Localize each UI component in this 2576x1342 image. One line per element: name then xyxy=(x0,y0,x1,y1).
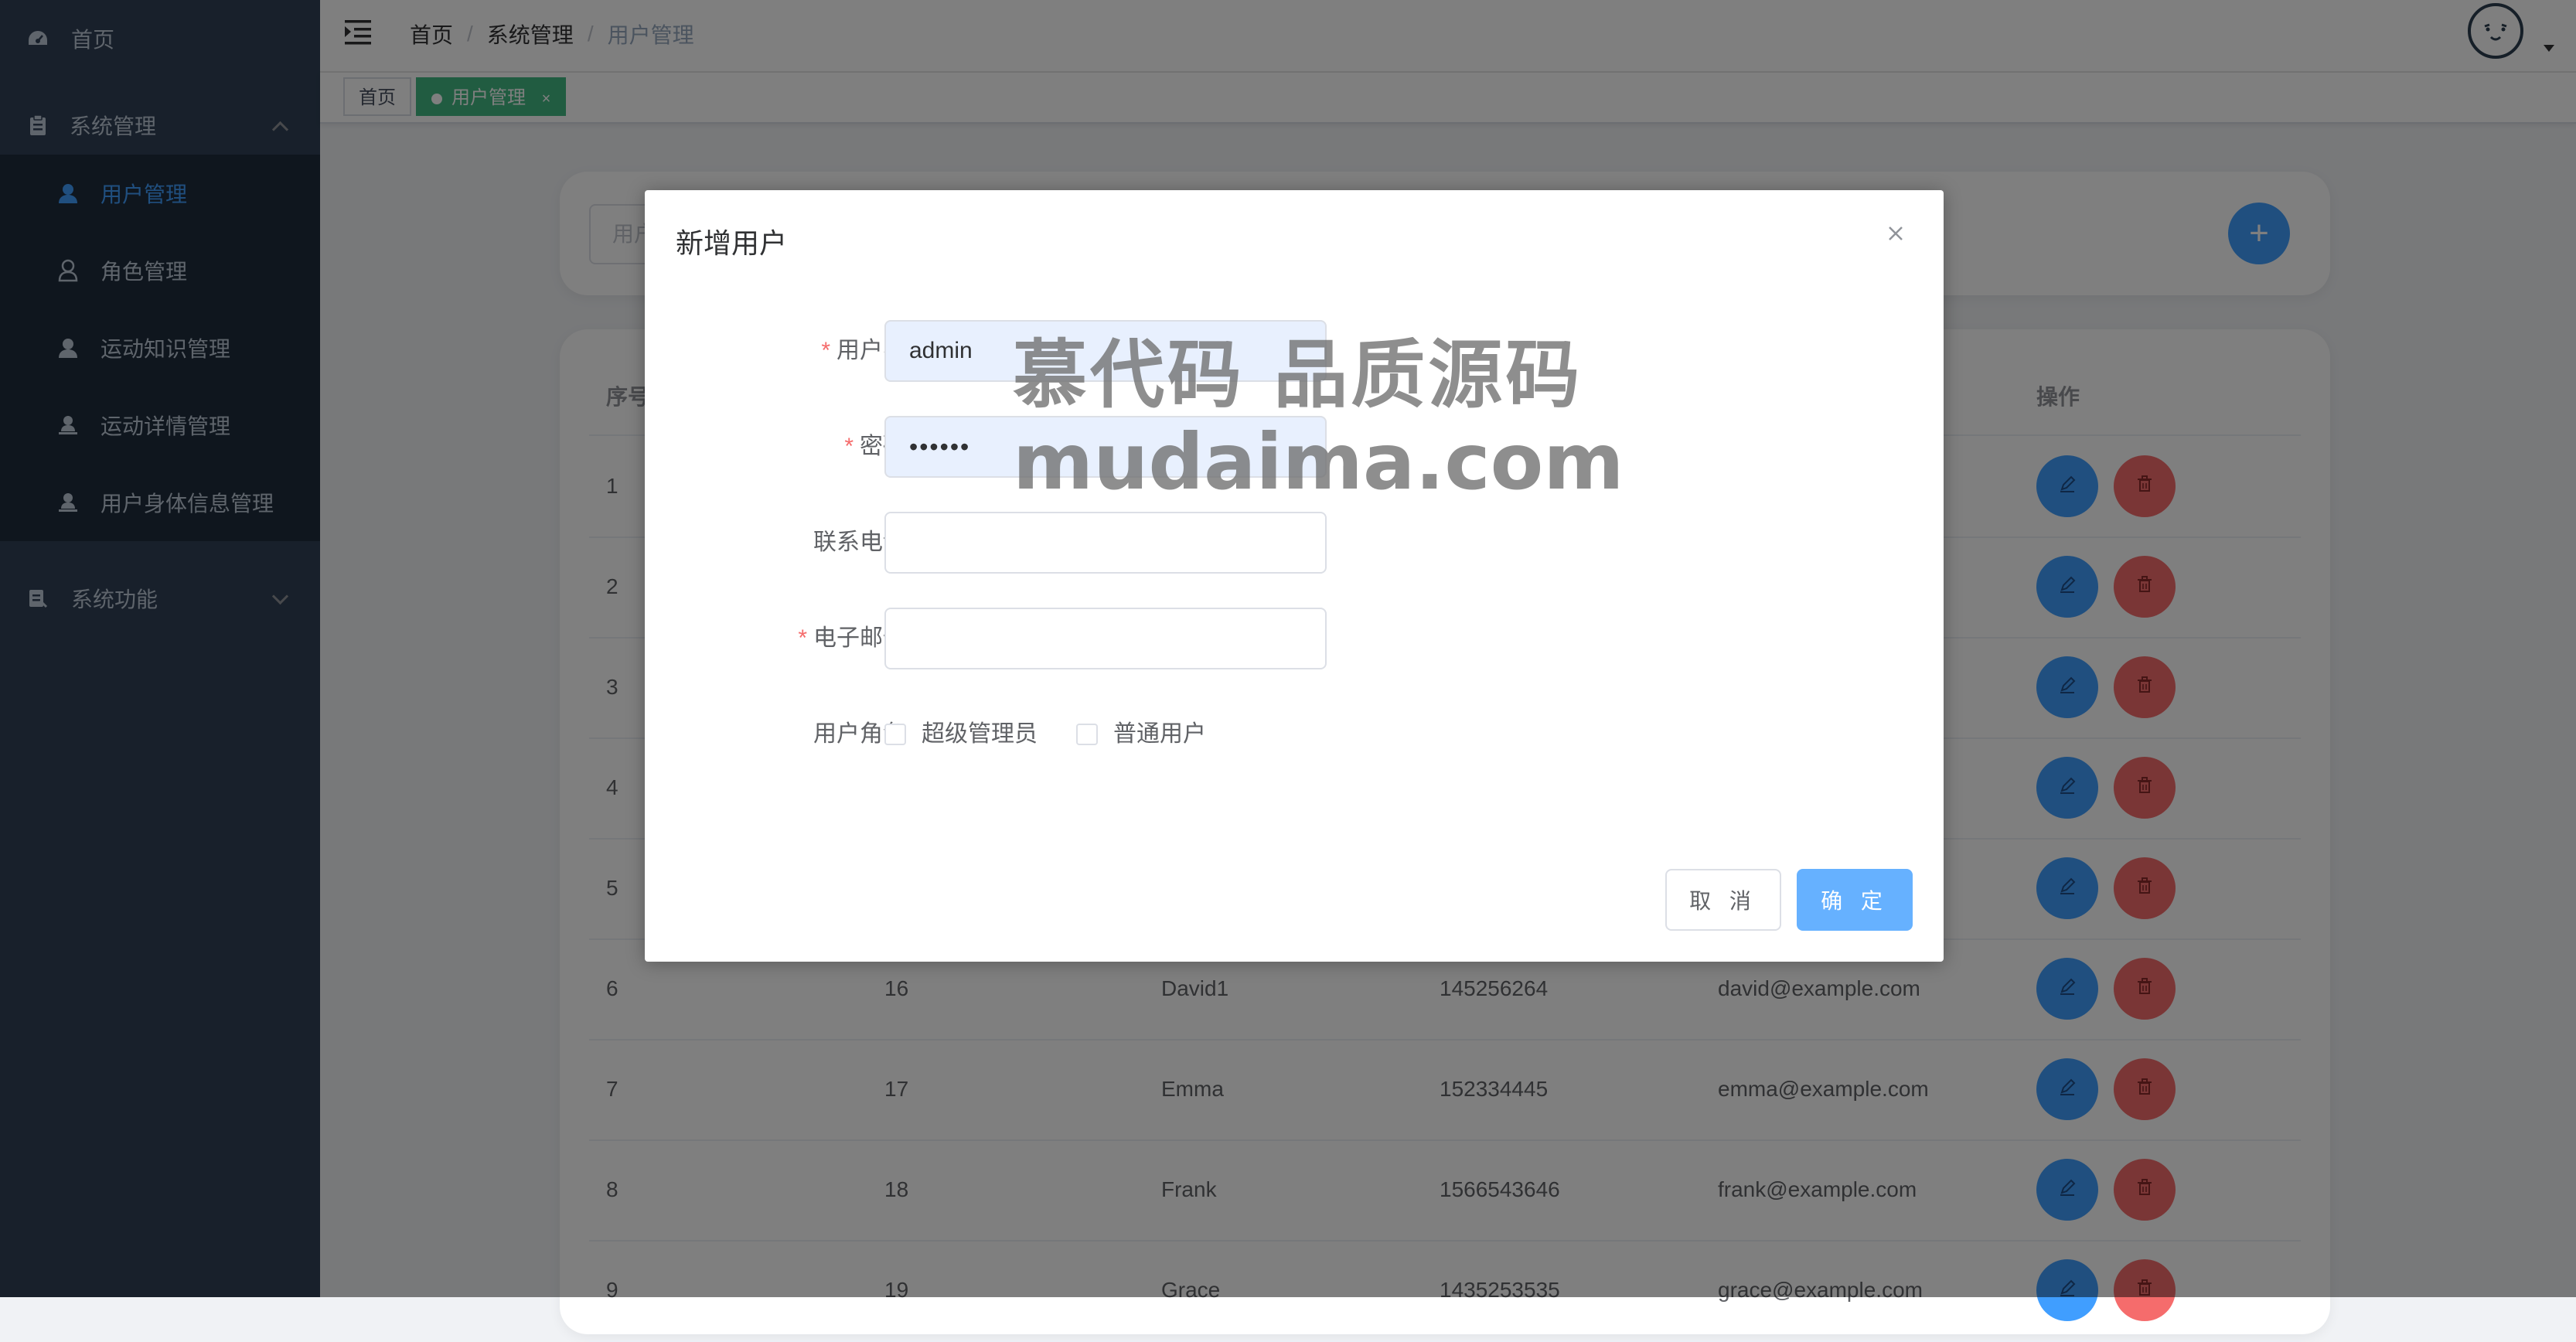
add-user-dialog: 新增用户 * 用户名 admin * 密码 •••••• 联系电话 * 电子邮件 用户… xyxy=(645,190,1944,962)
role-option-label[interactable]: 超级管理员 xyxy=(922,703,1038,765)
email-input[interactable] xyxy=(884,608,1327,669)
role-checkbox-super-admin[interactable] xyxy=(884,724,906,745)
required-mark: * xyxy=(821,338,830,363)
form-row-role: 用户角色 超级管理员 普通用户 xyxy=(645,703,1944,765)
required-mark: * xyxy=(798,625,807,651)
role-option-label[interactable]: 普通用户 xyxy=(1113,703,1206,765)
form-row-phone: 联系电话 xyxy=(645,512,1944,574)
dialog-title: 新增用户 xyxy=(676,227,788,259)
form-row-username: * 用户名 admin xyxy=(645,320,1944,382)
password-input[interactable]: •••••• xyxy=(884,416,1327,478)
username-input[interactable]: admin xyxy=(884,320,1327,382)
phone-input[interactable] xyxy=(884,512,1327,574)
form-row-email: * 电子邮件 xyxy=(645,608,1944,669)
confirm-button[interactable]: 确 定 xyxy=(1797,869,1913,931)
required-mark: * xyxy=(844,434,854,459)
cancel-button[interactable]: 取 消 xyxy=(1665,869,1781,931)
close-icon[interactable] xyxy=(1882,220,1910,247)
role-checkbox-normal-user[interactable] xyxy=(1076,724,1098,745)
form-row-password: * 密码 •••••• xyxy=(645,416,1944,478)
